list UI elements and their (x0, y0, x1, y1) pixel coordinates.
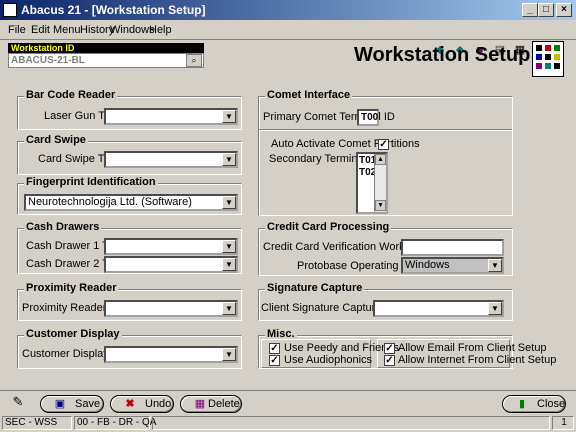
fingerprint-title: Fingerprint Identification (24, 176, 158, 188)
misc-group: Misc. ✓ Use Peedy and Friends ✓ Use Audi… (258, 328, 556, 369)
customer-display-group: Customer Display Customer Display Type ▼ (17, 328, 242, 369)
scroll-down-icon[interactable]: ▼ (375, 200, 386, 211)
scrollbar[interactable]: ▲ ▼ (374, 154, 386, 212)
menu-windows[interactable]: Windows (110, 24, 155, 36)
status-message (152, 416, 550, 430)
menu-file[interactable]: File (8, 24, 26, 36)
page-title: Workstation Setup (354, 44, 531, 66)
minimize-button[interactable]: _ (522, 3, 538, 17)
email-checkbox[interactable]: ✓ (384, 343, 395, 354)
chevron-down-icon[interactable]: ▼ (222, 258, 236, 271)
chevron-down-icon[interactable]: ▼ (488, 259, 502, 272)
status-code: 00 - FB - DR - QA (74, 416, 156, 430)
save-icon: ▣ (54, 398, 66, 410)
app-icon (3, 3, 17, 17)
peedy-checkbox[interactable]: ✓ (269, 343, 280, 354)
title-bar: Abacus 21 - [Workstation Setup] _ □ × (0, 0, 576, 20)
status-section: SEC - WSS (2, 416, 72, 430)
internet-label: Allow Internet From Client Setup (398, 354, 557, 366)
auto-activate-checkbox[interactable]: ✓ (378, 139, 389, 150)
chevron-down-icon[interactable]: ▼ (222, 153, 236, 166)
menu-menu[interactable]: Menu (53, 24, 81, 36)
auto-activate-label: Auto Activate Comet Partitions (271, 138, 420, 150)
scroll-up-icon[interactable]: ▲ (375, 154, 386, 165)
window-title: Abacus 21 - [Workstation Setup] (21, 3, 206, 17)
chevron-down-icon[interactable]: ▼ (488, 302, 502, 315)
audiophonics-checkbox[interactable]: ✓ (269, 355, 280, 366)
chevron-down-icon[interactable]: ▼ (222, 110, 236, 123)
fingerprint-select[interactable]: Neurotechnologija Ltd. (Software) ▼ (24, 194, 238, 211)
card-swipe-group: Card Swipe Card Swipe Type ▼ (17, 134, 242, 175)
menu-bar: File Edit Menu History Windows Help ◆ ◆ … (0, 20, 576, 56)
customer-display-select[interactable]: ▼ (104, 346, 238, 363)
card-swipe-title: Card Swipe (24, 134, 88, 146)
menu-help[interactable]: Help (149, 24, 172, 36)
cash-drawers-group: Cash Drawers Cash Drawer 1 Type ▼ Cash D… (17, 221, 242, 274)
barcode-title: Bar Code Reader (24, 89, 118, 101)
maximize-button[interactable]: □ (538, 3, 554, 17)
fingerprint-group: Fingerprint Identification Neurotechnolo… (17, 176, 242, 215)
cash-drawer-1-select[interactable]: ▼ (104, 238, 238, 255)
customer-display-title: Customer Display (24, 328, 122, 340)
header: Workstation ID ABACUS-21-BL ⌕ Workstatio… (0, 40, 576, 82)
search-icon[interactable]: ⌕ (186, 54, 202, 67)
comet-group: Comet Interface Primary Comet Terminal I… (258, 89, 513, 216)
workstation-id-field[interactable]: ABACUS-21-BL (8, 53, 204, 68)
signature-title: Signature Capture (265, 282, 365, 294)
audiophonics-label: Use Audiophonics (284, 354, 373, 366)
proximity-title: Proximity Reader (24, 282, 119, 294)
signature-device-select[interactable]: ▼ (373, 300, 504, 317)
primary-comet-field[interactable]: T00 (357, 109, 379, 126)
delete-button[interactable]: ▦ Delete (180, 395, 242, 413)
credit-card-title: Credit Card Processing (265, 221, 392, 233)
protobase-os-select[interactable]: Windows ▼ (401, 257, 504, 274)
menu-edit[interactable]: Edit (31, 24, 50, 36)
cash-drawers-title: Cash Drawers (24, 221, 102, 233)
card-swipe-select[interactable]: ▼ (104, 151, 238, 168)
undo-button[interactable]: ✖ Undo (110, 395, 174, 413)
save-button[interactable]: ▣ Save (40, 395, 104, 413)
close-window-button[interactable]: × (556, 3, 572, 17)
chevron-down-icon[interactable]: ▼ (222, 348, 236, 361)
comet-title: Comet Interface (265, 89, 353, 101)
secondary-terminal-list[interactable]: T01 T02 ▲ ▼ (356, 152, 388, 214)
workstation-id-label: Workstation ID (8, 43, 204, 53)
laser-gun-select[interactable]: ▼ (104, 108, 238, 125)
status-bar: SEC - WSS 00 - FB - DR - QA 1 (0, 414, 576, 432)
status-page: 1 (552, 416, 574, 430)
signature-group: Signature Capture Client Signature Captu… (258, 282, 513, 321)
chevron-down-icon[interactable]: ▼ (222, 240, 236, 253)
workstation-logo-icon (532, 41, 564, 77)
bottom-toolbar: ✎ ▣ Save ✖ Undo ▦ Delete ▮ Close (0, 390, 576, 414)
barcode-group: Bar Code Reader Laser Gun Type ▼ (17, 89, 242, 130)
cc-verification-field[interactable] (401, 239, 504, 256)
chevron-down-icon[interactable]: ▼ (222, 196, 236, 209)
cash-drawer-2-select[interactable]: ▼ (104, 256, 238, 273)
close-button[interactable]: ▮ Close (502, 395, 566, 413)
undo-icon: ✖ (125, 398, 135, 410)
delete-icon: ▦ (194, 398, 206, 410)
email-label: Allow Email From Client Setup (398, 342, 547, 354)
proximity-group: Proximity Reader Proximity Reader Type ▼ (17, 282, 242, 321)
credit-card-group: Credit Card Processing Credit Card Verif… (258, 221, 513, 276)
door-icon: ▮ (518, 398, 526, 410)
notepad-icon[interactable]: ✎ (10, 393, 26, 411)
proximity-select[interactable]: ▼ (104, 300, 238, 317)
chevron-down-icon[interactable]: ▼ (222, 302, 236, 315)
internet-checkbox[interactable]: ✓ (384, 355, 395, 366)
peedy-label: Use Peedy and Friends (284, 342, 399, 354)
